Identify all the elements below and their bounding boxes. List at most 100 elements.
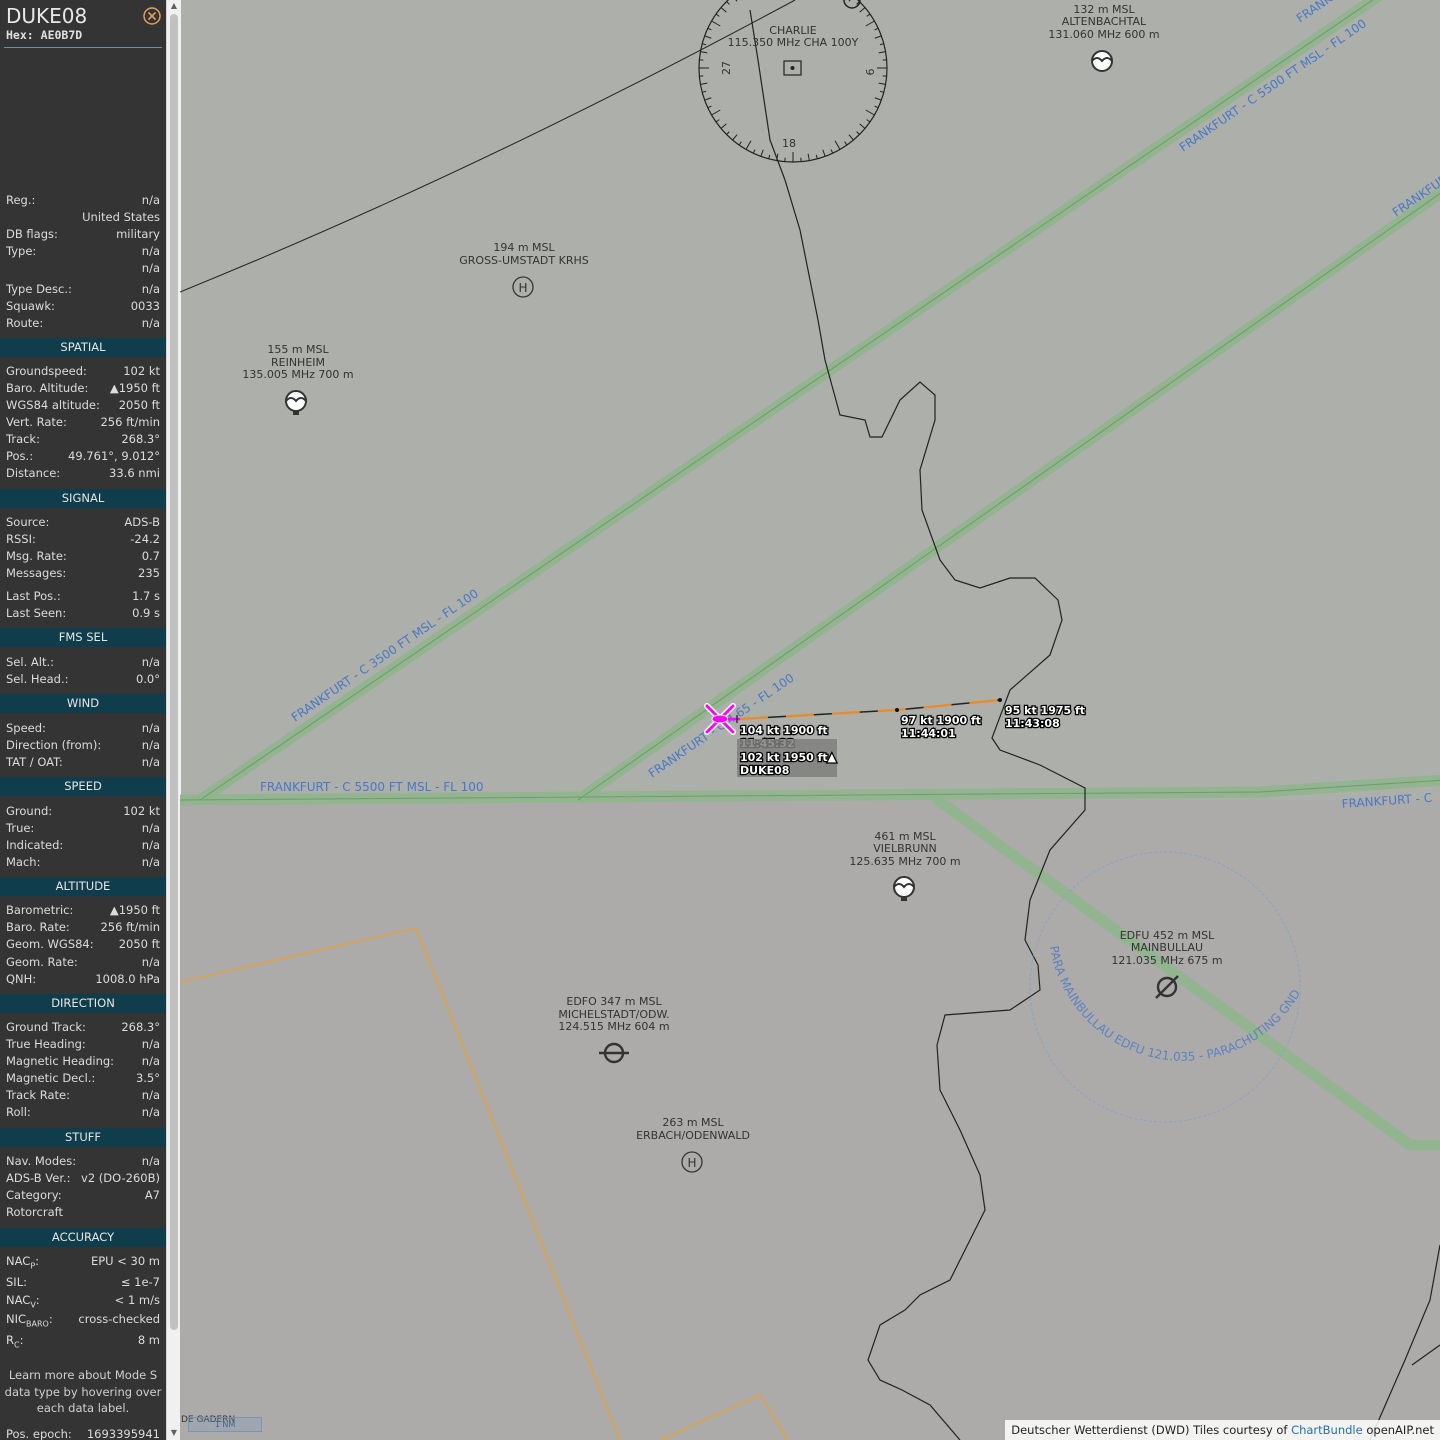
compass-tick [879, 90, 884, 93]
compass-label-9: 9 [863, 69, 876, 76]
info-row-squawk: Squawk: 0033 [6, 299, 160, 313]
track-point-label-2: 97 kt 1900 ft [901, 714, 981, 727]
row-sil: SIL: ≤ 1e-7 [6, 1275, 160, 1289]
row-roll: Roll: n/a [6, 1105, 160, 1119]
row-last-pos: Last Pos.: 1.7 s [6, 589, 160, 603]
map-attribution: Deutscher Wetterdienst (DWD) Tiles court… [1005, 1420, 1440, 1440]
airspace-label-c3500: FRANKFURT - C 3500 FT MSL - FL 100 [289, 586, 481, 724]
section-header-spatial[interactable]: SPATIAL [0, 338, 166, 357]
close-icon[interactable] [143, 7, 161, 25]
compass-tick [874, 27, 879, 31]
map-view[interactable]: 27 9 18 CHARLIE 115.350 MHz CHA 100Y 132… [180, 0, 1440, 1440]
row-sel-head: Sel. Head.: 0.0° [6, 672, 160, 686]
scrollbar-thumb[interactable] [170, 14, 178, 1330]
row-category-desc: Rotorcraft [6, 1205, 63, 1219]
map-canvas[interactable]: 27 9 18 CHARLIE 115.350 MHz CHA 100Y 132… [180, 0, 1440, 1440]
chartbundle-link[interactable]: ChartBundle [1291, 1423, 1363, 1437]
row-last-seen: Last Seen: 0.9 s [6, 606, 160, 620]
compass-tick [874, 97, 882, 101]
svg-text:263 m MSL: 263 m MSL [662, 1116, 724, 1129]
compass-tick [715, 13, 720, 17]
scroll-up-icon[interactable]: ▲ [169, 1, 179, 11]
row-vert-rate: Vert. Rate: 256 ft/min [6, 415, 160, 429]
compass-tick [874, 105, 879, 109]
learn-more-note: Learn more about Mode S data type by hov… [4, 1368, 162, 1415]
section-header-accuracy[interactable]: ACCURACY [0, 1228, 166, 1247]
compass-tick [720, 123, 727, 129]
compass-tick [700, 51, 708, 54]
info-row-typedesc: Type Desc.: n/a [6, 282, 160, 296]
compass-tick [879, 43, 884, 46]
row-nacp: NACP: EPU < 30 m [6, 1254, 160, 1271]
row-wind-speed: Speed: n/a [6, 721, 160, 735]
row-position: Pos.: 49.761°, 9.012° [6, 449, 160, 463]
openaip-link[interactable]: openAIP.net [1366, 1423, 1434, 1437]
svg-text:EDFO 347 m MSL: EDFO 347 m MSL [566, 995, 662, 1008]
compass-tick [720, 7, 727, 13]
callsign: DUKE08 [6, 4, 88, 28]
section-header-altitude[interactable]: ALTITUDE [0, 877, 166, 896]
svg-text:ALTENBACHTAL: ALTENBACHTAL [1062, 15, 1147, 28]
row-category: Category: A7 [6, 1188, 160, 1202]
hex-code: Hex: AE0B7D [6, 28, 83, 42]
section-header-fms-sel[interactable]: FMS SEL [0, 628, 166, 647]
compass-tick [700, 82, 708, 85]
section-header-speed[interactable]: SPEED [0, 777, 166, 796]
svg-text:GROSS-UMSTADT KRHS: GROSS-UMSTADT KRHS [459, 254, 588, 267]
section-header-direction[interactable]: DIRECTION [0, 994, 166, 1013]
compass-tick [707, 105, 712, 109]
row-rssi: RSSI: -24.2 [6, 532, 160, 546]
compass-tick [711, 20, 721, 27]
row-speed-true: True: n/a [6, 821, 160, 835]
row-nic-baro: NICBARO: cross-checked [6, 1312, 160, 1329]
section-header-wind[interactable]: WIND [0, 694, 166, 713]
row-ground-track: Ground Track: 268.3° [6, 1020, 160, 1034]
row-distance: Distance: 33.6 nmi [6, 466, 160, 480]
map-region-south [180, 800, 1440, 1440]
row-adsb-version: ADS-B Ver.: v2 (DO-260B) [6, 1171, 160, 1185]
row-speed-indicated: Indicated: n/a [6, 838, 160, 852]
compass-tick [865, 109, 875, 116]
compass-tick [760, 149, 764, 157]
row-wind-direction: Direction (from): n/a [6, 738, 160, 752]
section-header-stuff[interactable]: STUFF [0, 1128, 166, 1147]
compass-tick [822, 149, 826, 157]
row-alt-baro-rate: Baro. Rate: 256 ft/min [6, 920, 160, 934]
info-row-country: United States [82, 210, 160, 224]
row-groundspeed: Groundspeed: 102 kt [6, 364, 160, 378]
row-source: Source: ADS-B [6, 515, 160, 529]
compass-tick [859, 123, 866, 129]
info-row-type: Type: n/a [6, 244, 160, 258]
track-point-time-3: 11:43:08 [1005, 717, 1060, 730]
track-point-marker [998, 698, 1002, 702]
airfield-altenbachtal[interactable]: 132 m MSL ALTENBACHTAL 131.060 MHz 600 m [1048, 3, 1160, 72]
row-nacv: NACV: < 1 m/s [6, 1293, 160, 1310]
compass-tick [859, 7, 866, 13]
compass-tick [874, 35, 882, 39]
row-track-rate: Track Rate: n/a [6, 1088, 160, 1102]
airfield-reinheim[interactable]: 155 m MSL REINHEIM 135.005 MHz 700 m [242, 343, 354, 415]
section-header-signal[interactable]: SIGNAL [0, 489, 166, 508]
info-row-dbflags: DB flags: military [6, 227, 160, 241]
compass-tick [732, 134, 738, 141]
svg-text:125.635 MHz 700 m: 125.635 MHz 700 m [849, 855, 960, 868]
sidebar-scrollbar[interactable]: ▲ ▼ [166, 0, 181, 1440]
svg-text:H: H [687, 1156, 696, 1170]
compass-tick [830, 149, 834, 154]
svg-text:135.005 MHz 700 m: 135.005 MHz 700 m [242, 368, 353, 381]
svg-text:ERBACH/ODENWALD: ERBACH/ODENWALD [636, 1129, 750, 1142]
row-speed-mach: Mach: n/a [6, 855, 160, 869]
compass-tick [702, 43, 707, 46]
scroll-down-icon[interactable]: ▼ [169, 1428, 179, 1438]
info-row-reg: Reg.: n/a [6, 193, 160, 207]
heliport-gross-umstadt[interactable]: 194 m MSL GROSS-UMSTADT KRHS H [459, 241, 589, 298]
compass-tick [726, 131, 730, 135]
compass-tick [735, 0, 738, 2]
track-point-label-3: 95 kt 1975 ft [1005, 704, 1085, 717]
map-scale-bar: 1 NM [188, 1417, 262, 1432]
compass-tick [848, 134, 854, 141]
compass-tick [865, 20, 875, 27]
compass-tick [707, 27, 712, 31]
row-magnetic-decl: Magnetic Decl.: 3.5° [6, 1071, 160, 1085]
compass-tick [807, 153, 810, 161]
